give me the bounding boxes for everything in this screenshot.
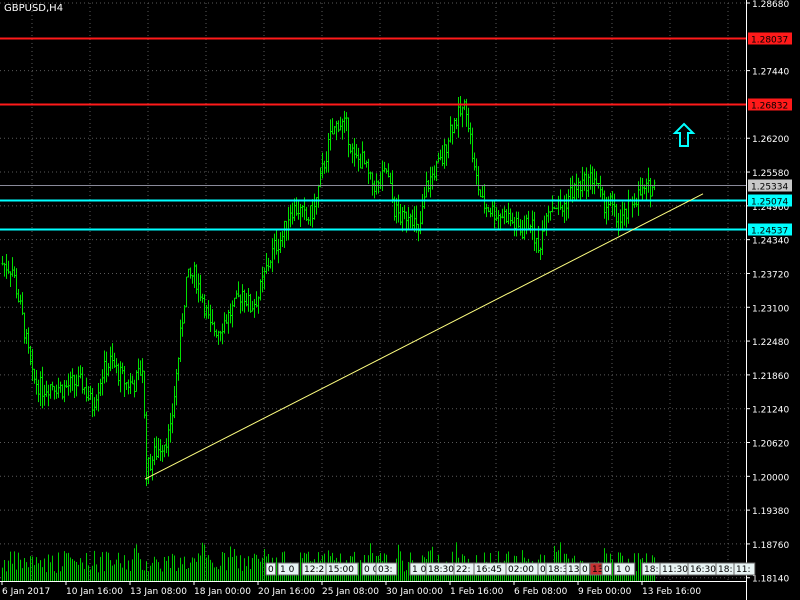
time-label-strip: 01 0 12:2 15:00 0 0 03: 1 0218:30 22: 16:45 02:0… <box>265 562 756 576</box>
time-label: 18:30 <box>428 565 454 575</box>
y-tick-label: 1.25580 <box>752 169 789 179</box>
x-tick-label: 13 Jan 08:00 <box>130 587 187 597</box>
x-tick-label: 9 Feb 00:00 <box>578 587 632 597</box>
y-tick-label: 1.21240 <box>752 406 789 416</box>
time-label: 11:30 <box>662 565 688 575</box>
horizontal-lines <box>0 37 746 231</box>
x-tick-labels: 6 Jan 2017 10 Jan 16:00 13 Jan 08:00 18 Jan… <box>1 581 701 597</box>
time-label: 18:3 <box>548 565 568 575</box>
time-label: 03: <box>378 565 392 575</box>
y-tick-label: 1.18760 <box>752 541 789 551</box>
time-label: 11: <box>736 565 750 575</box>
y-tick-label: 1.20000 <box>752 473 789 483</box>
x-tick-label: 20 Jan 16:00 <box>258 587 315 597</box>
line-label-text: 1.28037 <box>751 36 788 46</box>
trendline <box>144 193 704 480</box>
line-label-text: 1.24537 <box>751 227 788 237</box>
line-label-text: 1.26832 <box>751 102 788 112</box>
time-label: 0 <box>582 565 588 575</box>
y-tick-label: 1.23100 <box>752 304 789 314</box>
time-label: 1 0 <box>616 565 631 575</box>
x-tick-label: 18 Jan 00:00 <box>194 587 251 597</box>
x-tick-label: 6 Feb 08:00 <box>514 587 568 597</box>
grid <box>0 2 746 581</box>
time-label: 16:45 <box>476 565 502 575</box>
time-label: 0 <box>604 565 610 575</box>
y-tick-label: 1.28680 <box>752 0 789 10</box>
symbol-title: GBPUSD,H4 <box>4 3 64 14</box>
time-label: 18: <box>718 565 732 575</box>
time-label: 0 <box>268 565 274 575</box>
y-tick-label: 1.23720 <box>752 270 789 280</box>
time-label: 0 <box>540 565 546 575</box>
trendline-group <box>144 193 704 480</box>
x-tick-label: 25 Jan 08:00 <box>322 587 379 597</box>
buy-arrow-group <box>672 122 696 147</box>
y-tick-label: 1.19380 <box>752 507 789 517</box>
up-arrow-icon <box>672 122 696 147</box>
chart-canvas: 1.286801.274401.262001.255801.249601.243… <box>0 0 792 600</box>
candles <box>1 95 656 487</box>
y-tick-label: 1.26200 <box>752 135 789 145</box>
y-tick-label: 1.22480 <box>752 338 789 348</box>
y-tick-label: 1.24340 <box>752 237 789 247</box>
y-tick-label: 1.20620 <box>752 439 789 449</box>
x-tick-label: 1 Feb 16:00 <box>450 587 504 597</box>
time-label: 22: <box>456 565 470 575</box>
time-label: 12:2 <box>304 565 324 575</box>
line-label-text: 1.25074 <box>751 198 788 208</box>
time-label: 18: <box>644 565 658 575</box>
time-label: 15:00 <box>328 565 354 575</box>
time-label: 1 0 <box>280 565 295 575</box>
line-label-text: 1.25334 <box>751 183 788 193</box>
time-label: 02:00 <box>508 565 534 575</box>
y-tick-label: 1.21860 <box>752 372 789 382</box>
x-tick-label: 10 Jan 16:00 <box>66 587 123 597</box>
x-tick-label: 13 Feb 16:00 <box>642 587 701 597</box>
x-tick-label: 6 Jan 2017 <box>2 587 50 597</box>
y-tick-label: 1.18140 <box>752 575 789 585</box>
time-label: 16:30 <box>690 565 716 575</box>
x-tick-label: 30 Jan 00:00 <box>386 587 443 597</box>
axes <box>0 0 747 600</box>
y-tick-label: 1.27440 <box>752 68 789 78</box>
y-tick-labels: 1.286801.274401.262001.255801.249601.243… <box>746 0 789 585</box>
